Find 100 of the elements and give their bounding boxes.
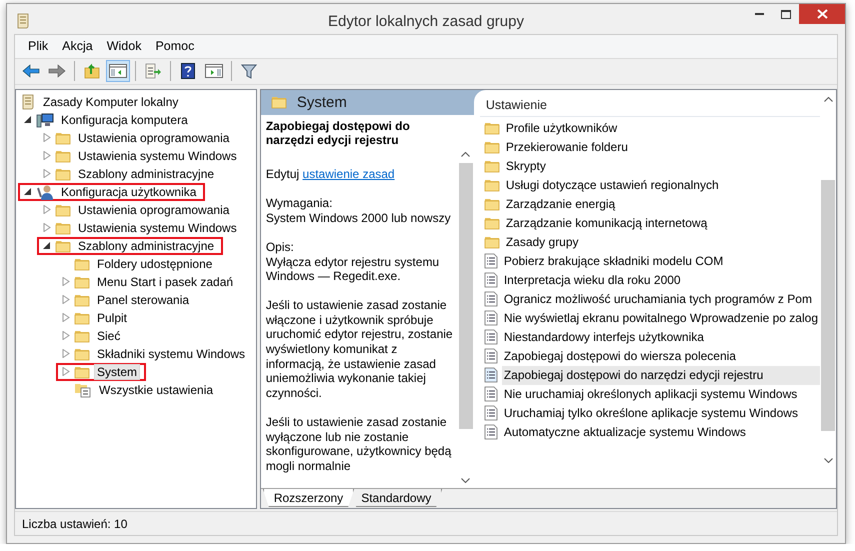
list-item[interactable]: Niestandardowy interfejs użytkownika: [502, 328, 706, 347]
list-item[interactable]: Pobierz brakujące składniki modelu COM: [502, 252, 726, 271]
back-arrow-icon: [22, 64, 40, 78]
folder-icon: [74, 364, 90, 379]
scroll-down-icon[interactable]: [461, 478, 470, 482]
scroll-down-icon[interactable]: [824, 458, 832, 462]
minimize-icon: [755, 13, 764, 15]
scroll-up-icon[interactable]: [461, 152, 470, 158]
description-paragraph: Jeśli to ustawienie zasad zostanie włączone i użytkownik spróbuje uruchomić edytor rejestru, zostanie wyświetlony komunikat z informacją, że ustawienie zasad uniemożliwia wykonanie takiej czynności.: [266, 298, 454, 400]
collapse-arrow-icon[interactable]: [24, 115, 32, 124]
folder-icon: [74, 310, 90, 325]
expand-arrow-icon[interactable]: [62, 367, 70, 376]
policy-setting-icon: [484, 310, 498, 326]
list-item[interactable]: Zapobiegaj dostępowi do wiersza polecenia: [502, 346, 738, 366]
list-item[interactable]: Zarządzanie komunikacją internetową: [504, 214, 710, 233]
list-item[interactable]: Skrypty: [504, 156, 548, 176]
tree-item[interactable]: Menu Start i pasek zadań: [94, 274, 236, 290]
close-button[interactable]: [799, 4, 845, 24]
filter-icon: [241, 63, 257, 80]
folder-icon: [484, 140, 500, 154]
list-item[interactable]: Profile użytkowników: [504, 118, 620, 138]
tree-item[interactable]: Panel sterowania: [94, 292, 192, 308]
list-item[interactable]: Nie uruchamiaj określonych aplikacji systemu Windows: [502, 384, 800, 404]
folder-icon: [74, 328, 90, 343]
all-settings-icon: [74, 382, 92, 398]
description-label: Opis:: [266, 240, 295, 254]
list-item[interactable]: Zasady grupy: [504, 232, 581, 252]
expand-arrow-icon[interactable]: [43, 223, 51, 232]
policy-setting-icon: [484, 291, 498, 308]
expand-arrow-icon[interactable]: [62, 277, 70, 286]
expand-arrow-icon[interactable]: [62, 331, 70, 340]
help-icon: [181, 63, 195, 80]
list-item[interactable]: Zarządzanie energią: [504, 194, 618, 214]
menu-item[interactable]: Pomoc: [148, 39, 202, 54]
expand-arrow-icon[interactable]: [43, 205, 51, 214]
tree-item[interactable]: Składniki systemu Windows: [94, 346, 248, 362]
expand-arrow-icon[interactable]: [43, 169, 51, 178]
list-item[interactable]: Zapobiegaj dostępowi do narzędzi edycji rejestru: [502, 366, 820, 385]
expand-arrow-icon[interactable]: [62, 295, 70, 304]
folder-icon: [484, 197, 500, 212]
tree-item[interactable]: Foldery udostępnione: [94, 256, 216, 272]
policy-settings-link[interactable]: ustawienie zasad: [302, 166, 395, 181]
tree-pane-icon: [109, 64, 127, 78]
policy-setting-icon: [484, 367, 498, 384]
folder-icon: [55, 166, 71, 181]
description-paragraph: Jeśli to ustawienie zasad zostanie wyłączone lub nie zostanie skonfigurowane, użytkownicy będą mogli normalnie: [266, 415, 452, 474]
tree-item[interactable]: Szablony administracyjne: [75, 166, 218, 182]
policy-title: Zapobiegaj dostępowi do narzędzi edycji rejestru: [266, 118, 411, 148]
list-item[interactable]: Ogranicz możliwość uruchamiania tych programów z Pom: [502, 290, 814, 309]
list-item[interactable]: Automatyczne aktualizacje systemu Windows: [502, 422, 748, 442]
tree-item[interactable]: Ustawienia systemu Windows: [75, 220, 240, 236]
scroll-up-icon[interactable]: [824, 97, 832, 102]
forward-arrow-icon: [48, 64, 66, 78]
collapse-arrow-icon[interactable]: [43, 241, 51, 250]
tree-item[interactable]: Ustawienia systemu Windows: [75, 148, 240, 164]
export-list-icon: [144, 63, 162, 80]
status-text: Liczba ustawień: 10: [22, 516, 128, 530]
list-item[interactable]: Przekierowanie folderu: [504, 138, 630, 157]
expand-arrow-icon[interactable]: [43, 133, 51, 142]
expand-arrow-icon[interactable]: [43, 151, 51, 160]
list-item[interactable]: Usługi dotyczące ustawień regionalnych: [504, 176, 721, 195]
collapse-arrow-icon[interactable]: [24, 187, 32, 196]
list-item[interactable]: Nie wyświetlaj ekranu powitalnego Wprowadzenie po zalog: [502, 308, 820, 328]
expand-arrow-icon[interactable]: [62, 313, 70, 322]
tree-item[interactable]: Szablony administracyjne: [75, 238, 218, 254]
requirements-label: Wymagania:: [266, 196, 334, 211]
window-title: Edytor lokalnych zasad grupy: [328, 13, 524, 30]
policy-setting-icon: [484, 405, 498, 422]
description-text: Wyłącza edytor rejestru systemu Windows — Regedit.exe.: [266, 254, 440, 284]
folder-icon: [55, 220, 71, 235]
folder-icon: [484, 159, 500, 174]
policy-setting-icon: [484, 348, 498, 364]
folder-icon: [74, 256, 90, 271]
computer-icon: [36, 112, 54, 128]
tree-item[interactable]: Ustawienia oprogramowania: [75, 202, 232, 218]
user-settings-icon: [36, 184, 54, 200]
folder-icon: [270, 95, 287, 110]
view-tab[interactable]: Rozszerzony: [262, 489, 354, 507]
menu-item[interactable]: Plik: [21, 39, 56, 54]
list-item[interactable]: Uruchamiaj tylko określone aplikacje systemu Windows: [502, 404, 800, 423]
menu-item[interactable]: Widok: [100, 39, 148, 54]
tree-item[interactable]: Zasady Komputer lokalny: [40, 94, 182, 110]
maximize-icon: [781, 10, 791, 18]
menu-item[interactable]: Akcja: [55, 39, 100, 54]
expand-arrow-icon[interactable]: [62, 349, 70, 358]
policy-setting-icon: [484, 424, 498, 440]
tree-item[interactable]: System: [94, 364, 140, 380]
policy-setting-icon: [484, 253, 498, 270]
list-item[interactable]: Interpretacja wieku dla roku 2000: [502, 270, 683, 290]
tree-item[interactable]: Pulpit: [94, 310, 130, 326]
tree-item[interactable]: Konfiguracja użytkownika: [58, 184, 200, 200]
folder-icon: [484, 235, 500, 250]
tree-item[interactable]: Ustawienia oprogramowania: [75, 130, 232, 146]
column-header[interactable]: Ustawienie: [480, 94, 820, 117]
folder-icon: [74, 292, 90, 307]
tree-item[interactable]: Wszystkie ustawienia: [96, 382, 216, 398]
tree-item[interactable]: Sieć: [94, 328, 124, 344]
scroll-icon: [20, 94, 36, 110]
tree-item[interactable]: Konfiguracja komputera: [58, 112, 191, 128]
policy-setting-icon: [484, 272, 498, 288]
